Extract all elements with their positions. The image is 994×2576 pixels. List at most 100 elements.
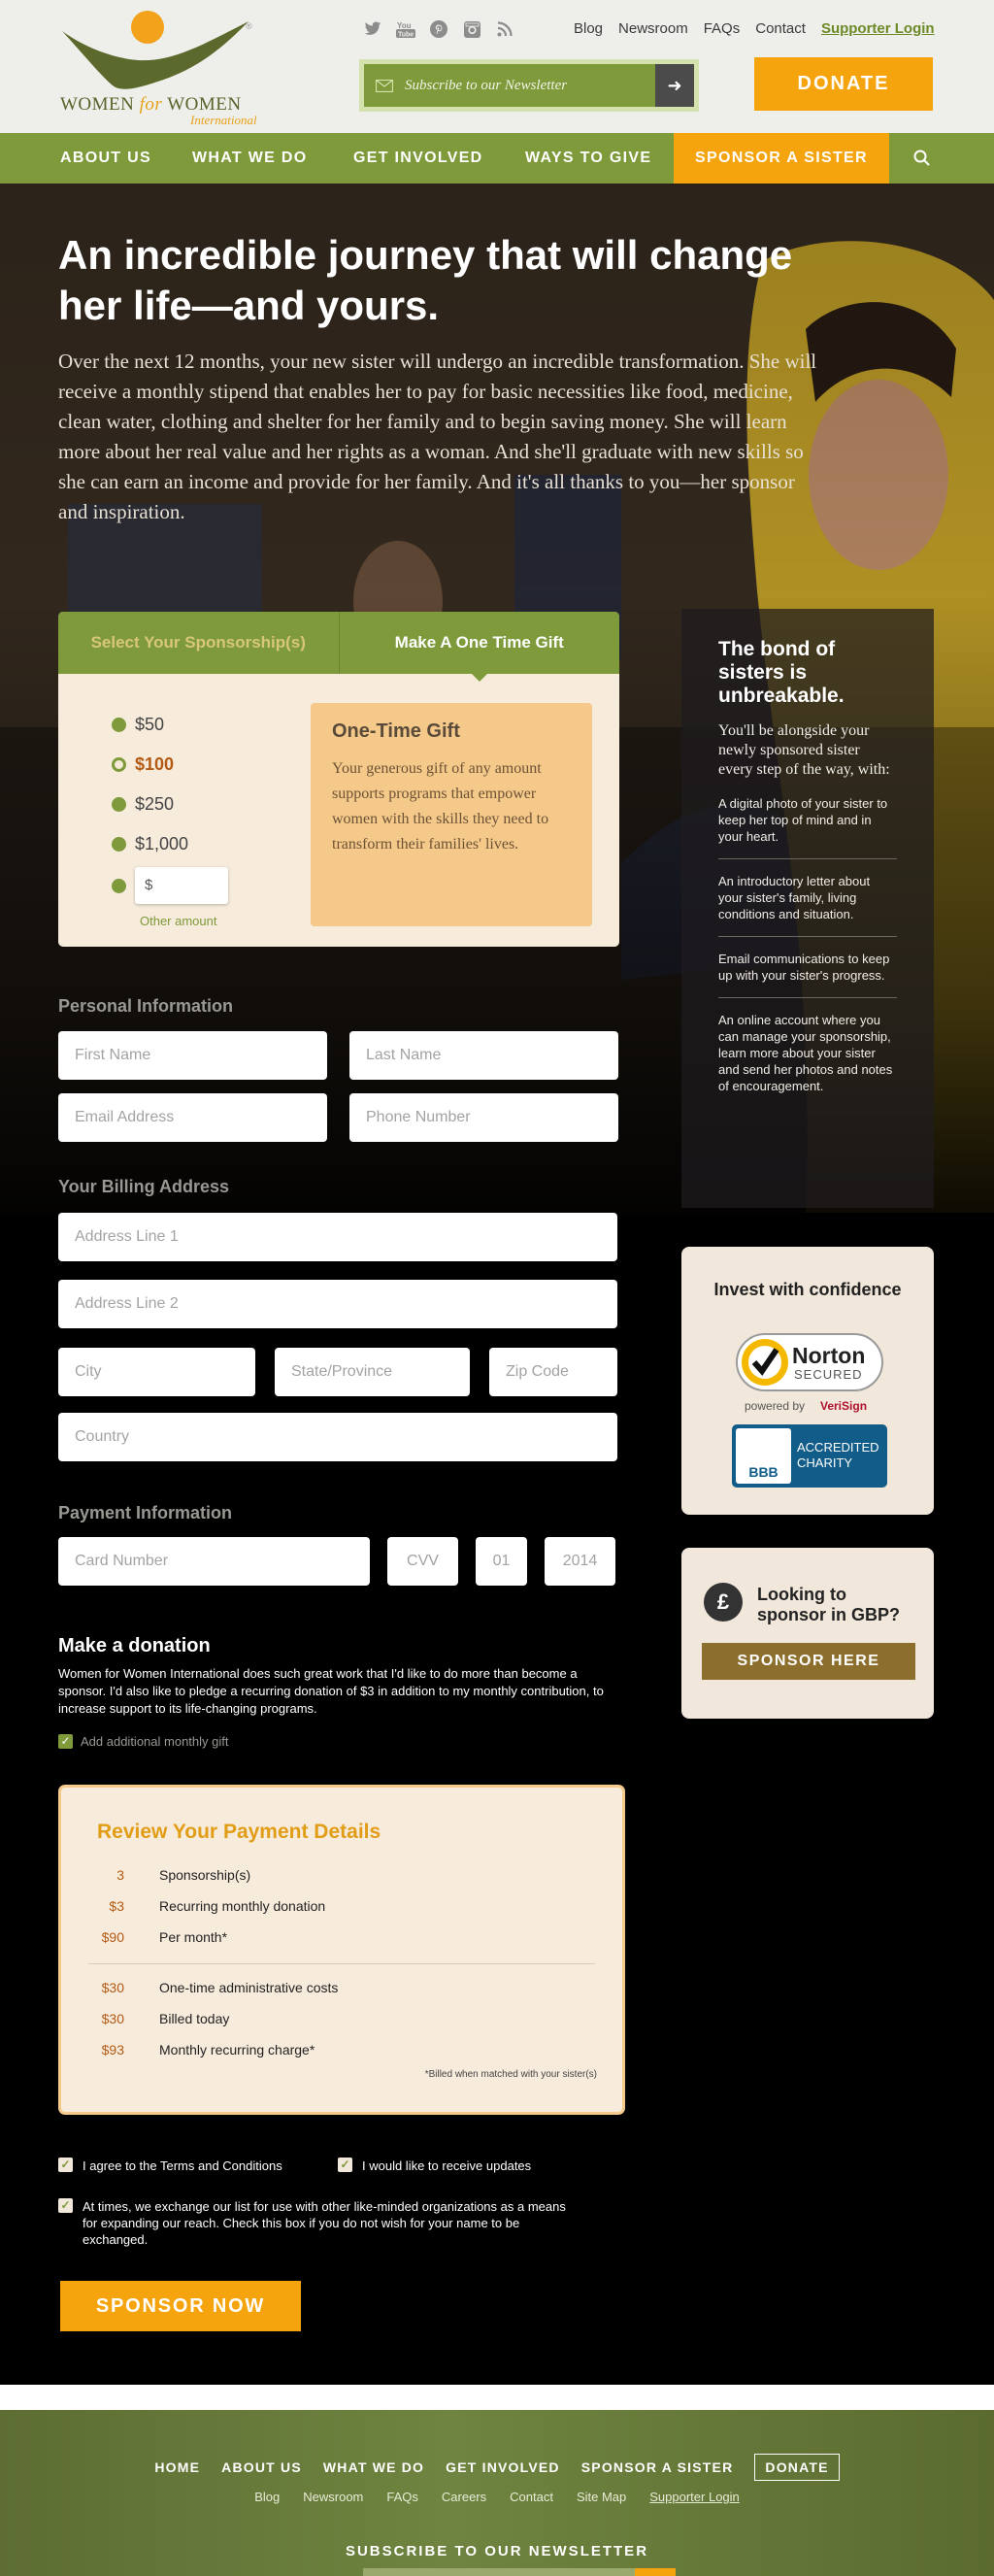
- bond-point: An introductory letter about your sister…: [718, 858, 897, 936]
- gift-tabs: Select Your Sponsorship(s) Make A One Ti…: [58, 612, 620, 682]
- radio-button-selected[interactable]: [112, 757, 126, 772]
- footer-nav-sponsor-a-sister[interactable]: SPONSOR A SISTER: [581, 2459, 734, 2475]
- supporter-login-link[interactable]: Supporter Login: [821, 20, 935, 37]
- footer-supporter-login-link[interactable]: Supporter Login: [649, 2490, 740, 2504]
- footer-link-newsroom[interactable]: Newsroom: [303, 2490, 363, 2504]
- footer-nav-get-involved[interactable]: GET INVOLVED: [446, 2459, 560, 2475]
- main-nav: ABOUT US WHAT WE DO GET INVOLVED WAYS TO…: [0, 133, 994, 184]
- one-time-gift-info: One-Time Gift Your generous gift of any …: [311, 703, 592, 926]
- bond-point: An online account where you can manage y…: [718, 997, 897, 1108]
- amount-option-100[interactable]: $100: [112, 745, 188, 785]
- add-monthly-gift-row[interactable]: ✓ Add additional monthly gift: [58, 1734, 228, 1749]
- logo-international: International: [190, 113, 257, 127]
- review-note: *Billed when matched with your sister(s): [424, 2069, 597, 2080]
- last-name-field[interactable]: Last Name: [349, 1031, 618, 1080]
- receive-updates-checkbox[interactable]: ✓: [338, 2158, 352, 2172]
- review-row: $30 One-time administrative costs: [101, 1980, 339, 1995]
- cvv-field[interactable]: CVV: [387, 1537, 458, 1586]
- nav-item-get-involved[interactable]: GET INVOLVED: [353, 133, 483, 184]
- amount-option-1000[interactable]: $1,000: [112, 824, 188, 864]
- footer-nav-home[interactable]: HOME: [154, 2459, 200, 2475]
- bbb-accredited-badge: BBB ACCREDITED CHARITY: [732, 1424, 887, 1488]
- newsletter-email-input[interactable]: Subscribe to our Newsletter: [405, 64, 655, 107]
- svg-text:Norton: Norton: [792, 1343, 865, 1368]
- youtube-icon[interactable]: You Tube: [395, 19, 416, 39]
- newsroom-link[interactable]: Newsroom: [618, 20, 688, 37]
- svg-text:VeriSign: VeriSign: [820, 1399, 867, 1413]
- expiry-year-select[interactable]: 2014: [545, 1537, 615, 1586]
- nav-item-what-we-do[interactable]: WHAT WE DO: [192, 133, 307, 184]
- radio-button[interactable]: [112, 878, 126, 893]
- bond-point: A digital photo of your sister to keep h…: [718, 796, 888, 844]
- agree-terms-checkbox[interactable]: ✓: [58, 2158, 73, 2172]
- add-monthly-gift-checkbox[interactable]: ✓: [58, 1734, 73, 1749]
- sponsor-now-button[interactable]: SPONSOR NOW: [60, 2281, 301, 2331]
- zip-field[interactable]: Zip Code: [489, 1348, 617, 1396]
- newsletter-submit-button[interactable]: ➜: [655, 64, 694, 107]
- nav-item-sponsor-a-sister[interactable]: SPONSOR A SISTER: [674, 133, 889, 184]
- amount-options: $50 $100 $250 $1,000: [112, 705, 188, 864]
- other-amount-row: $: [112, 867, 228, 904]
- footer-newsletter-submit[interactable]: [635, 2568, 676, 2576]
- footer-link-contact[interactable]: Contact: [510, 2490, 553, 2504]
- footer-newsletter-title: SUBSCRIBE TO OUR NEWSLETTER: [345, 2543, 649, 2559]
- norton-secured-badge: Norton SECURED powered by VeriSign: [736, 1333, 883, 1413]
- footer-links: Blog Newsroom FAQs Careers Contact Site …: [0, 2490, 994, 2504]
- footer-nav: HOME ABOUT US WHAT WE DO GET INVOLVED SP…: [0, 2454, 994, 2481]
- address-line-2-field[interactable]: Address Line 2: [58, 1280, 617, 1328]
- twitter-icon[interactable]: [362, 19, 383, 39]
- search-icon[interactable]: [912, 149, 932, 168]
- footer-link-blog[interactable]: Blog: [254, 2490, 280, 2504]
- country-field[interactable]: Country: [58, 1413, 617, 1461]
- state-field[interactable]: State/Province: [275, 1348, 470, 1396]
- footer-link-site-map[interactable]: Site Map: [577, 2490, 626, 2504]
- agree-terms-row[interactable]: ✓ I agree to the Terms and Conditions: [58, 2158, 282, 2174]
- tab-one-time-gift[interactable]: Make A One Time Gift: [340, 612, 620, 682]
- pound-icon: £: [704, 1583, 743, 1622]
- footer-nav-what-we-do[interactable]: WHAT WE DO: [323, 2459, 424, 2475]
- phone-field[interactable]: Phone Number: [349, 1093, 618, 1142]
- amount-option-50[interactable]: $50: [112, 705, 188, 745]
- make-donation-title: Make a donation: [58, 1635, 211, 1656]
- instagram-icon[interactable]: [461, 19, 482, 39]
- confidence-title: Invest with confidence: [713, 1280, 902, 1299]
- bond-title: The bond of sisters is unbreakable.: [718, 638, 845, 707]
- donate-button[interactable]: DONATE: [754, 57, 933, 111]
- svg-text:Tube: Tube: [398, 32, 414, 39]
- nav-item-ways-to-give[interactable]: WAYS TO GIVE: [525, 133, 651, 184]
- rss-icon[interactable]: [494, 19, 515, 39]
- radio-button[interactable]: [112, 837, 126, 852]
- footer-link-careers[interactable]: Careers: [442, 2490, 486, 2504]
- nav-item-about-us[interactable]: ABOUT US: [60, 133, 151, 184]
- sponsor-here-button[interactable]: SPONSOR HERE: [702, 1643, 915, 1680]
- receive-updates-row[interactable]: ✓ I would like to receive updates: [338, 2158, 531, 2174]
- card-number-field[interactable]: Card Number: [58, 1537, 370, 1586]
- invest-confidence-box: Invest with confidence Norton SECURED po…: [681, 1247, 934, 1515]
- amount-option-250[interactable]: $250: [112, 785, 188, 824]
- svg-text:You: You: [397, 21, 412, 30]
- email-field[interactable]: Email Address: [58, 1093, 327, 1142]
- site-header: ® WOMEN for WOMEN International You Tube …: [0, 0, 994, 133]
- gift-info-title: One-Time Gift: [332, 720, 460, 742]
- review-divider: [88, 1963, 595, 1964]
- faqs-link[interactable]: FAQs: [704, 20, 741, 37]
- pinterest-icon[interactable]: [428, 19, 449, 39]
- other-amount-input[interactable]: $: [135, 867, 228, 904]
- expiry-month-select[interactable]: 01: [476, 1537, 527, 1586]
- list-exchange-row[interactable]: ✓ At times, we exchange our list for use…: [58, 2198, 573, 2248]
- city-field[interactable]: City: [58, 1348, 255, 1396]
- contact-link[interactable]: Contact: [755, 20, 806, 37]
- footer-link-faqs[interactable]: FAQs: [386, 2490, 418, 2504]
- first-name-field[interactable]: First Name: [58, 1031, 327, 1080]
- bond-point: Email communications to keep up with you…: [718, 936, 897, 997]
- footer-nav-about-us[interactable]: ABOUT US: [221, 2459, 302, 2475]
- address-line-1-field[interactable]: Address Line 1: [58, 1213, 617, 1261]
- blog-link[interactable]: Blog: [574, 20, 603, 37]
- footer-donate-button[interactable]: DONATE: [754, 2454, 840, 2481]
- radio-button[interactable]: [112, 797, 126, 812]
- footer-newsletter-input[interactable]: [363, 2568, 635, 2576]
- tab-select-sponsorship[interactable]: Select Your Sponsorship(s): [58, 612, 340, 674]
- list-exchange-checkbox[interactable]: ✓: [58, 2198, 73, 2213]
- gift-info-text: Your generous gift of any amount support…: [332, 760, 549, 853]
- radio-button[interactable]: [112, 718, 126, 732]
